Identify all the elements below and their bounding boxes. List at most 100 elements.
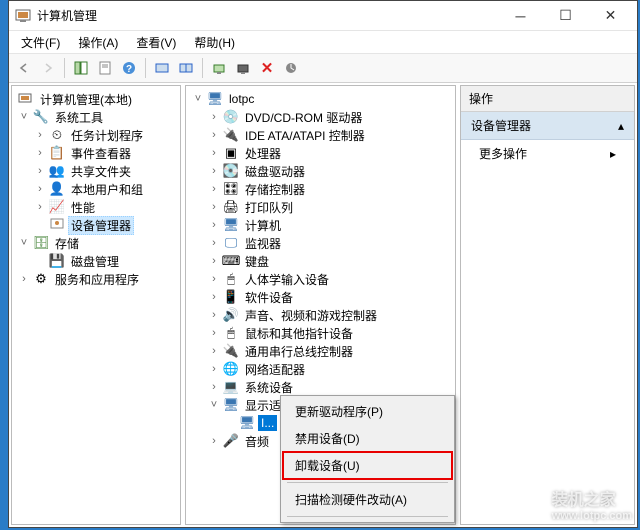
ctx-disable-device[interactable]: 禁用设备(D) (283, 425, 452, 452)
enable-button[interactable] (280, 57, 302, 79)
expand-icon[interactable]: › (208, 291, 220, 303)
actions-selected[interactable]: 设备管理器 ▴ (461, 112, 634, 140)
expand-icon[interactable]: › (208, 381, 220, 393)
expand-icon[interactable]: › (208, 327, 220, 339)
minimize-button[interactable]: ─ (498, 2, 543, 30)
tree-disk-mgmt[interactable]: 💾 磁盘管理 (14, 252, 178, 270)
properties-button[interactable] (94, 57, 116, 79)
device-dvd[interactable]: ›💿DVD/CD-ROM 驱动器 (188, 108, 453, 126)
device-monitor[interactable]: ›🖵监视器 (188, 234, 453, 252)
toolbar-separator (202, 58, 203, 78)
device-root[interactable]: ˅ 🖥 lotpc (188, 90, 453, 108)
shared-folder-icon: 👥 (49, 163, 65, 179)
collapse-icon[interactable]: ˅ (192, 93, 204, 105)
device-network[interactable]: ›🌐网络适配器 (188, 360, 453, 378)
expand-icon[interactable]: › (208, 273, 220, 285)
tree-system-tools[interactable]: ˅ 🔧 系统工具 (14, 108, 178, 126)
device-label: 打印队列 (242, 198, 296, 217)
device-storage-ctrl[interactable]: ›🎛存储控制器 (188, 180, 453, 198)
uninstall-button[interactable]: ✕ (256, 57, 278, 79)
tree-local-users[interactable]: › 👤 本地用户和组 (14, 180, 178, 198)
close-button[interactable]: ✕ (588, 2, 633, 30)
help-button[interactable]: ? (118, 57, 140, 79)
expand-icon[interactable]: › (208, 129, 220, 141)
device-sound[interactable]: ›🔊声音、视频和游戏控制器 (188, 306, 453, 324)
scan-hardware-button[interactable] (232, 57, 254, 79)
device-manager-icon (49, 217, 65, 233)
expand-icon[interactable]: › (208, 165, 220, 177)
menu-file[interactable]: 文件(F) (13, 32, 68, 53)
expand-icon[interactable]: › (18, 273, 30, 285)
tree-services-apps[interactable]: › ⚙ 服务和应用程序 (14, 270, 178, 288)
expand-icon[interactable]: › (208, 255, 220, 267)
monitor-icon: 🖵 (223, 235, 239, 251)
back-button[interactable] (13, 57, 35, 79)
expand-icon[interactable]: › (208, 147, 220, 159)
expand-icon[interactable]: › (208, 363, 220, 375)
tree-storage[interactable]: ˅ 🗄 存储 (14, 234, 178, 252)
device-software[interactable]: ›📱软件设备 (188, 288, 453, 306)
tree-label: 本地用户和组 (68, 180, 146, 199)
actions-more[interactable]: 更多操作 ▸ (461, 140, 634, 167)
expand-icon[interactable]: › (34, 129, 46, 141)
spacer (224, 417, 236, 429)
ctx-scan-hardware[interactable]: 扫描检测硬件改动(A) (283, 486, 452, 513)
expand-icon[interactable]: › (208, 111, 220, 123)
console-tree-pane: 计算机管理(本地) ˅ 🔧 系统工具 › ⏲ 任务计划程序 › 📋 事件查看器 (11, 85, 181, 525)
device-cpu[interactable]: ›▣处理器 (188, 144, 453, 162)
expand-icon[interactable]: › (208, 201, 220, 213)
device-computer[interactable]: ›🖥计算机 (188, 216, 453, 234)
tree-device-manager[interactable]: 设备管理器 (14, 216, 178, 234)
collapse-icon[interactable]: ˅ (18, 111, 30, 123)
device-keyboard[interactable]: ›⌨键盘 (188, 252, 453, 270)
expand-icon[interactable]: › (34, 183, 46, 195)
expand-icon[interactable]: › (208, 183, 220, 195)
expand-icon[interactable]: › (208, 345, 220, 357)
tree-performance[interactable]: › 📈 性能 (14, 198, 178, 216)
update-driver-button[interactable] (208, 57, 230, 79)
star-icon (512, 487, 546, 521)
performance-icon: 📈 (49, 199, 65, 215)
tree-root[interactable]: 计算机管理(本地) (14, 90, 178, 108)
menu-view[interactable]: 查看(V) (128, 32, 184, 53)
console-tree: 计算机管理(本地) ˅ 🔧 系统工具 › ⏲ 任务计划程序 › 📋 事件查看器 (12, 86, 180, 292)
device-disk-drives[interactable]: ›💽磁盘驱动器 (188, 162, 453, 180)
menu-help[interactable]: 帮助(H) (186, 32, 243, 53)
expand-icon[interactable]: › (34, 165, 46, 177)
spacer (34, 219, 46, 231)
tree-label: 存储 (52, 234, 82, 253)
view-devices-button[interactable] (151, 57, 173, 79)
watermark-url: www.lotpc.com (552, 510, 632, 522)
display-icon: 🖥 (223, 397, 239, 413)
expand-icon[interactable]: › (208, 309, 220, 321)
clock-icon: ⏲ (49, 127, 65, 143)
device-mouse[interactable]: ›🖱鼠标和其他指针设备 (188, 324, 453, 342)
view-resources-button[interactable] (175, 57, 197, 79)
collapse-icon[interactable]: ˅ (208, 399, 220, 411)
device-hid[interactable]: ›🖱人体学输入设备 (188, 270, 453, 288)
tree-task-scheduler[interactable]: › ⏲ 任务计划程序 (14, 126, 178, 144)
maximize-button[interactable]: ☐ (543, 2, 588, 30)
expand-icon[interactable]: › (208, 219, 220, 231)
expand-icon[interactable]: › (208, 237, 220, 249)
expand-icon[interactable]: › (34, 147, 46, 159)
tree-event-viewer[interactable]: › 📋 事件查看器 (14, 144, 178, 162)
device-ide[interactable]: ›🔌IDE ATA/ATAPI 控制器 (188, 126, 453, 144)
menu-action[interactable]: 操作(A) (70, 32, 126, 53)
expand-icon[interactable]: › (208, 435, 220, 447)
collapse-icon[interactable]: ˅ (18, 237, 30, 249)
show-hide-tree-button[interactable] (70, 57, 92, 79)
device-usb[interactable]: ›🔌通用串行总线控制器 (188, 342, 453, 360)
device-label: 磁盘驱动器 (242, 162, 308, 181)
menubar: 文件(F) 操作(A) 查看(V) 帮助(H) (9, 31, 637, 53)
tree-shared-folders[interactable]: › 👥 共享文件夹 (14, 162, 178, 180)
forward-button[interactable] (37, 57, 59, 79)
ide-icon: 🔌 (223, 127, 239, 143)
ctx-update-driver[interactable]: 更新驱动程序(P) (283, 398, 452, 425)
expand-icon[interactable]: › (34, 201, 46, 213)
device-system-dev[interactable]: ›💻系统设备 (188, 378, 453, 396)
device-print-queue[interactable]: ›🖨打印队列 (188, 198, 453, 216)
ctx-uninstall-device[interactable]: 卸载设备(U) (283, 452, 452, 479)
device-label: lotpc (226, 91, 257, 107)
toolbar: ? ✕ (9, 53, 637, 83)
